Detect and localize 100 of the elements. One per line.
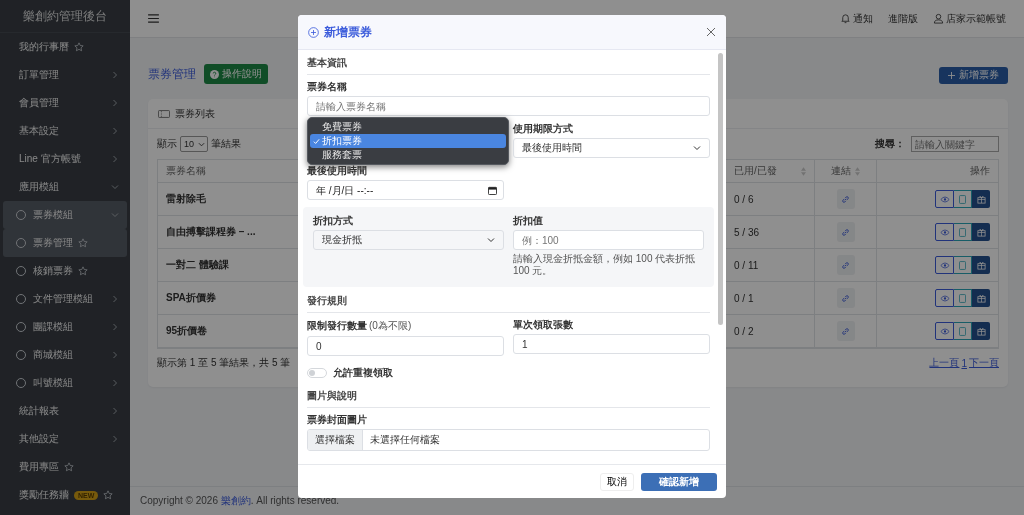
star-icon	[64, 462, 74, 472]
page-length-select[interactable]: 10	[180, 136, 208, 152]
column-header[interactable]: 連結	[814, 160, 876, 183]
view-button[interactable]	[935, 223, 954, 241]
chevron-icon	[111, 99, 119, 107]
sidebar-item[interactable]: 費用專區	[3, 453, 127, 481]
gift-icon	[976, 260, 986, 270]
dropdown-option[interactable]: 折扣票券	[310, 134, 506, 148]
sort-icon	[801, 166, 806, 176]
header-link[interactable]: 進階版	[888, 11, 918, 26]
link-button[interactable]	[836, 288, 855, 308]
search-field[interactable]: 請輸入關鍵字	[911, 136, 999, 152]
chevron-icon	[693, 144, 701, 152]
sidebar-item[interactable]: 統計報表	[3, 397, 127, 425]
header-link[interactable]: 店家示範帳號	[933, 11, 1006, 26]
chevron-icon	[111, 351, 119, 359]
copy-icon	[959, 293, 966, 303]
cancel-button[interactable]: 取消	[600, 472, 634, 491]
view-button[interactable]	[935, 256, 954, 274]
page-title: 票券管理	[148, 65, 196, 83]
toggle-label: 允許重複領取	[333, 366, 393, 380]
dropdown-option[interactable]: 免費票券	[310, 120, 506, 134]
eye-icon	[939, 327, 950, 335]
sidebar-item[interactable]: 其他設定	[3, 425, 127, 453]
sidebar-item[interactable]: 訂單管理	[3, 61, 127, 89]
gift-button[interactable]	[972, 223, 990, 241]
toggle-switch[interactable]	[307, 368, 327, 378]
question-icon	[210, 69, 219, 79]
discount-method-select[interactable]: 現金折抵	[313, 230, 504, 250]
field-label: 票券封面圖片	[307, 414, 368, 426]
sidebar-item[interactable]: 票券管理	[3, 229, 127, 257]
view-button[interactable]	[935, 289, 954, 307]
chevron-icon	[111, 295, 119, 303]
length-label: 顯示	[157, 137, 177, 151]
sidebar-item[interactable]: 票券模組	[3, 201, 127, 229]
gift-button[interactable]	[972, 289, 990, 307]
pagination-link[interactable]: 下一頁	[969, 356, 999, 370]
sidebar-item[interactable]: 應用模組	[3, 173, 127, 201]
gift-button[interactable]	[972, 190, 990, 208]
expiry-date-field[interactable]: 年 /月/日 --:--	[307, 180, 504, 200]
link-button[interactable]	[836, 255, 855, 275]
sidebar-item[interactable]: 叫號模組	[3, 369, 127, 397]
brand-link[interactable]: 樂創約	[220, 495, 251, 506]
chevron-icon	[111, 155, 119, 163]
chevron-icon	[198, 140, 205, 148]
field-label: 折扣方式	[313, 215, 354, 227]
sidebar-item[interactable]: 文件管理模組	[3, 285, 127, 313]
sidebar-item[interactable]: 會員管理	[3, 89, 127, 117]
star-icon	[78, 266, 88, 276]
menu-icon[interactable]	[148, 14, 159, 23]
link-icon	[841, 194, 850, 204]
star-icon	[103, 490, 114, 500]
chevron-icon	[111, 71, 119, 79]
close-icon[interactable]	[706, 27, 716, 37]
gift-button[interactable]	[972, 256, 990, 274]
chevron-icon	[111, 435, 119, 443]
chevron-icon	[487, 236, 495, 244]
view-button[interactable]	[935, 190, 954, 208]
sidebar-item[interactable]: 核銷票券	[3, 257, 127, 285]
field-label: 使用期限方式	[513, 123, 574, 135]
sidebar-item[interactable]: 商城模組	[3, 341, 127, 369]
link-icon	[841, 293, 850, 303]
sidebar-item[interactable]: Line 官方帳號	[3, 145, 127, 173]
link-button[interactable]	[836, 189, 855, 209]
check-icon	[313, 137, 320, 145]
help-button[interactable]: 操作說明	[204, 64, 268, 84]
eye-icon	[939, 294, 950, 302]
chevron-icon	[111, 127, 119, 135]
calendar-icon	[488, 186, 497, 195]
pagination-link[interactable]: 上一頁	[929, 356, 960, 370]
field-hint: (0為不限)	[369, 319, 412, 333]
link-button[interactable]	[836, 321, 855, 341]
eye-icon	[939, 261, 950, 269]
sidebar-item[interactable]: 團課模組	[3, 313, 127, 341]
discount-value-field[interactable]: 例：100	[513, 230, 704, 250]
scrollbar[interactable]	[718, 53, 723, 325]
sidebar-item[interactable]: 基本設定	[3, 117, 127, 145]
chevron-icon	[111, 407, 119, 415]
per-claim-field[interactable]: 1	[513, 334, 710, 354]
field-label: 單次領取張數	[513, 319, 574, 331]
gift-icon	[976, 293, 986, 303]
file-input[interactable]: 選擇檔案 未選擇任何檔案	[307, 429, 710, 451]
issue-limit-field[interactable]: 0	[307, 336, 504, 356]
sidebar-item[interactable]: 我的行事曆	[3, 33, 127, 61]
link-button[interactable]	[836, 222, 855, 242]
copy-icon	[959, 194, 966, 204]
column-header[interactable]: 操作	[876, 160, 998, 183]
section-heading: 發行規則	[307, 292, 710, 313]
header-link[interactable]: 通知	[840, 11, 873, 26]
ticket-name-field[interactable]: 請輸入票券名稱	[307, 96, 710, 116]
gift-button[interactable]	[972, 322, 990, 340]
confirm-button[interactable]: 確認新增	[641, 472, 717, 491]
modal-title: 新增票券	[324, 23, 372, 41]
dropdown-option[interactable]: 服務套票	[310, 148, 506, 162]
bell-icon	[840, 13, 851, 24]
star-icon	[74, 42, 84, 52]
add-ticket-button[interactable]: 新增票券	[939, 66, 1008, 84]
expiry-mode-select[interactable]: 最後使用時間	[513, 138, 710, 158]
pagination-link[interactable]: 1	[961, 357, 967, 369]
view-button[interactable]	[935, 322, 954, 340]
